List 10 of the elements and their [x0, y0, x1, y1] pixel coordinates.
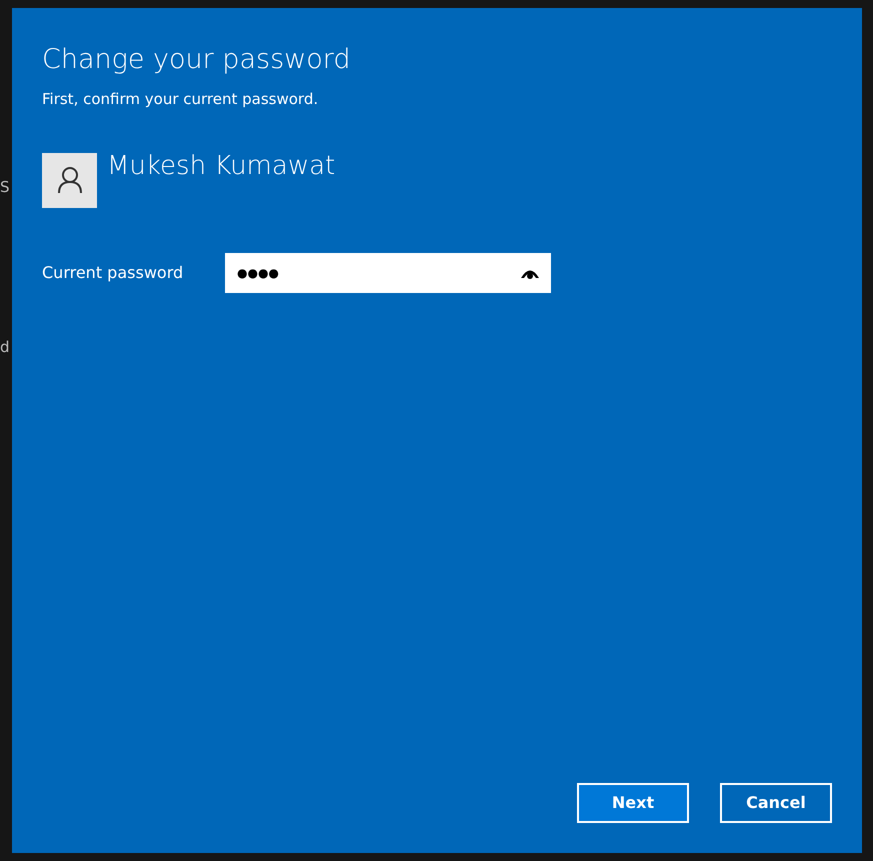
next-button[interactable]: Next [577, 783, 689, 823]
dialog-title: Change your password [42, 44, 352, 76]
field-label: Current password [42, 262, 184, 284]
user-name: Mukesh Kumawat [107, 152, 336, 179]
dialog-subtitle: First, confirm your current password. [42, 89, 320, 110]
background-text: S [0, 180, 11, 195]
cancel-button[interactable]: Cancel [720, 783, 832, 823]
password-field[interactable]: ●●●● [225, 252, 551, 293]
background-text: d [0, 340, 11, 355]
avatar-icon [42, 152, 97, 208]
